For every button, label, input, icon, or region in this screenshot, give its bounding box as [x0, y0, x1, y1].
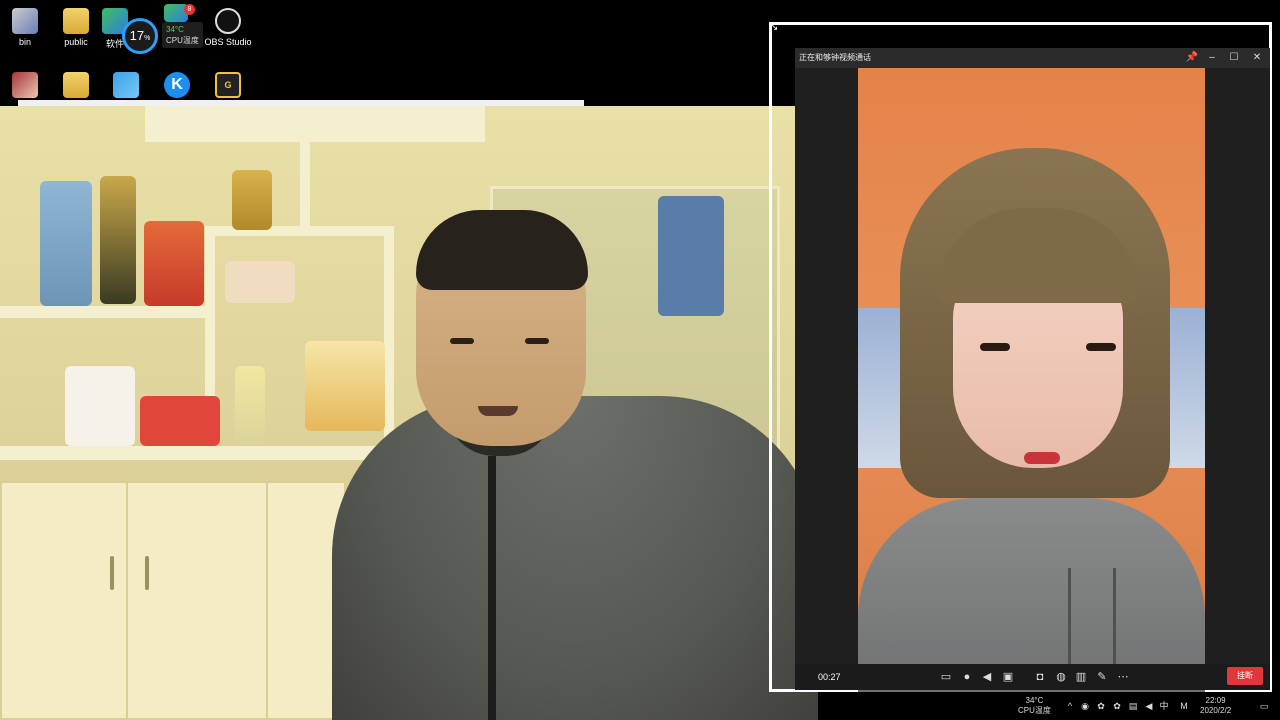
- app-tray-icon[interactable]: ✿: [1095, 700, 1107, 712]
- pin-icon[interactable]: 📌: [1181, 48, 1203, 68]
- mic-icon[interactable]: ●: [960, 670, 974, 684]
- desktop-icon-bird[interactable]: [112, 72, 140, 101]
- taskbar-tray: 34°C CPU温度 ^ ◉ ✿ ✿ ▤ ◀ 中 M 22:09 2020/2/…: [818, 692, 1280, 720]
- close-button[interactable]: ✕: [1246, 48, 1268, 68]
- kugou-icon: K: [164, 72, 190, 98]
- desktop-icon-label: OBS Studio: [204, 37, 252, 47]
- tray-clock[interactable]: 22:09 2020/2/2: [1200, 696, 1231, 716]
- camera-icon[interactable]: ▣: [1001, 670, 1015, 684]
- ime-indicator[interactable]: 中: [1158, 700, 1170, 712]
- recycle-bin-icon: [12, 8, 38, 34]
- network-icon[interactable]: ▤: [1127, 700, 1139, 712]
- clock-time: 22:09: [1205, 696, 1226, 705]
- speaker-icon[interactable]: ◀: [980, 670, 994, 684]
- tray-cpu-temp[interactable]: 34°C CPU温度: [1018, 696, 1051, 716]
- app-tray-icon[interactable]: ✿: [1111, 700, 1123, 712]
- snapshot-icon[interactable]: ◘: [1033, 670, 1047, 684]
- folder-icon: [63, 8, 89, 34]
- ime-mode-indicator[interactable]: M: [1178, 700, 1190, 712]
- tray-cpu-temp-label: CPU温度: [1018, 706, 1051, 715]
- volume-icon[interactable]: ◀: [1143, 700, 1155, 712]
- cpu-temp-value: 34°C: [166, 25, 184, 34]
- app-tray-icon[interactable]: ◉: [1079, 700, 1091, 712]
- cpu-usage-value: 17: [129, 28, 145, 43]
- video-call-window: 正在和够钟视频通话 📌 – ☐ ✕ 00:27 ▭ ● ◀ ▣ ◘ ◍ ▥ ✎ …: [795, 48, 1270, 712]
- obs-icon: [215, 8, 241, 34]
- game-avatar-icon: [12, 72, 38, 98]
- cpu-widget[interactable]: 17% 34°C CPU温度: [122, 16, 204, 54]
- desktop-icon-folder2[interactable]: [62, 72, 90, 101]
- clock-date: 2020/2/2: [1200, 706, 1232, 715]
- cpu-temp-label: CPU温度: [166, 36, 199, 45]
- record-icon[interactable]: ◍: [1054, 670, 1068, 684]
- remote-video-feed: [858, 68, 1205, 712]
- bird-app-icon: [113, 72, 139, 98]
- hangup-button[interactable]: 挂断: [1227, 667, 1263, 685]
- desktop-icon-obs[interactable]: OBS Studio: [203, 8, 253, 47]
- call-controls-bar: 00:27 ▭ ● ◀ ▣ ◘ ◍ ▥ ✎ ⋯ 挂断: [795, 664, 1270, 690]
- call-title: 正在和够钟视频通话: [799, 53, 871, 62]
- minimize-button[interactable]: –: [1201, 48, 1223, 68]
- desktop-icon-label: bin: [18, 37, 31, 47]
- resize-arrow-icon[interactable]: ↘: [770, 22, 778, 33]
- tray-cpu-temp-value: 34°C: [1025, 696, 1044, 705]
- more-icon[interactable]: ⋯: [1116, 670, 1130, 684]
- chevron-up-icon[interactable]: ^: [1064, 700, 1076, 712]
- layout-icon[interactable]: ▥: [1074, 670, 1088, 684]
- window-edge: [18, 100, 584, 106]
- desktop-icon-public[interactable]: public: [52, 8, 100, 47]
- notification-icon[interactable]: ▭: [1258, 700, 1270, 712]
- maximize-button[interactable]: ☐: [1223, 48, 1245, 68]
- person-sweater: [332, 396, 818, 720]
- desktop-icon-label: public: [64, 37, 88, 47]
- cpu-temp-box: 34°C CPU温度: [162, 22, 203, 48]
- zipper: [488, 456, 496, 720]
- local-webcam-feed: [0, 106, 818, 720]
- g-app-icon: G: [215, 72, 241, 98]
- notification-badge: 8: [184, 4, 195, 15]
- chat-icon[interactable]: ▭: [939, 670, 953, 684]
- cpu-usage-gauge: 17%: [122, 18, 158, 54]
- desktop-icon-game[interactable]: [11, 72, 39, 101]
- folder-icon: [63, 72, 89, 98]
- desktop-icon-kugou[interactable]: K: [163, 72, 191, 101]
- cpu-usage-unit: %: [144, 35, 151, 42]
- desktop-icon-g[interactable]: G: [214, 72, 242, 101]
- desktop-icon-bin[interactable]: bin: [1, 8, 49, 47]
- edit-icon[interactable]: ✎: [1095, 670, 1109, 684]
- call-timer: 00:27: [818, 672, 841, 682]
